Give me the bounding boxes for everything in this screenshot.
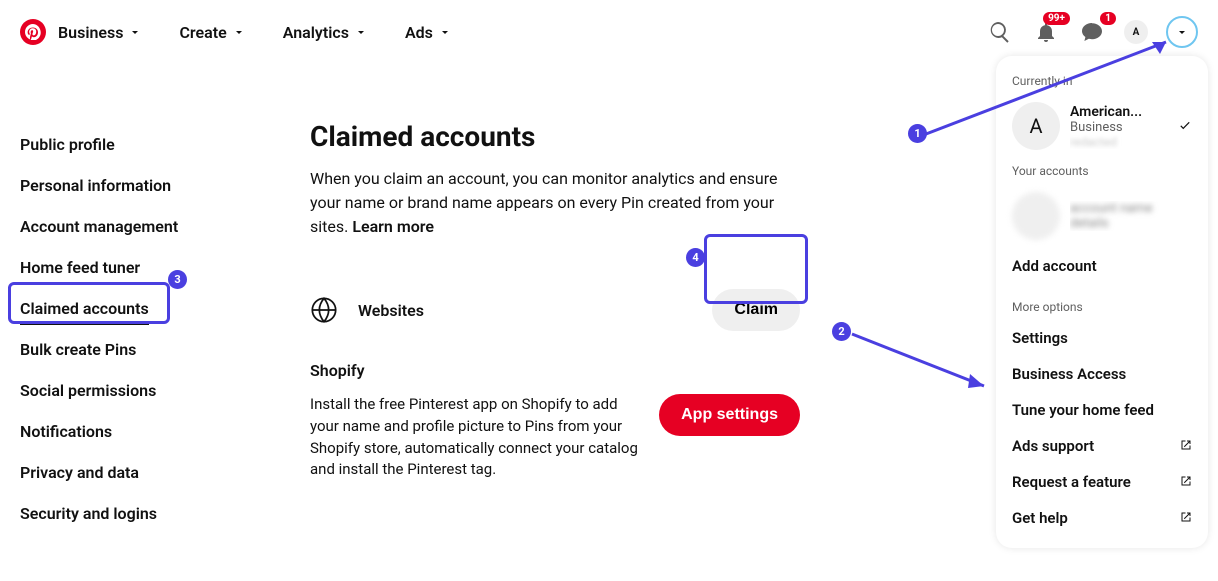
nav-ads[interactable]: Ads xyxy=(405,23,451,42)
sidebar-item-public-profile[interactable]: Public profile xyxy=(20,124,280,165)
sidebar-item-home-feed[interactable]: Home feed tuner xyxy=(20,247,280,288)
panel-your-accounts: Your accounts xyxy=(996,158,1208,184)
pinterest-logo[interactable] xyxy=(20,19,46,45)
chevron-down-icon xyxy=(439,23,451,42)
chevron-down-icon xyxy=(129,23,141,42)
account-meta: redacted xyxy=(1070,135,1178,149)
page-description: When you claim an account, you can monit… xyxy=(310,167,790,239)
search-icon[interactable] xyxy=(986,18,1014,46)
sidebar-item-privacy[interactable]: Privacy and data xyxy=(20,452,280,493)
account-type: Business xyxy=(1070,120,1178,135)
panel-settings[interactable]: Settings xyxy=(996,320,1208,356)
panel-current-account[interactable]: A American... Business redacted xyxy=(996,94,1208,158)
nav-create[interactable]: Create xyxy=(179,23,244,42)
nav-business[interactable]: Business xyxy=(58,23,141,42)
check-icon xyxy=(1178,117,1192,136)
header: Business Create Analytics Ads 99+ 1 A xyxy=(0,0,1218,64)
chevron-down-icon xyxy=(233,23,245,42)
sidebar-item-security[interactable]: Security and logins xyxy=(20,493,280,534)
sidebar: Public profile Personal information Acco… xyxy=(20,64,280,534)
notif-badge: 99+ xyxy=(1043,12,1070,25)
msg-badge: 1 xyxy=(1100,12,1116,25)
external-link-icon xyxy=(1180,473,1192,491)
panel-business-access[interactable]: Business Access xyxy=(996,356,1208,392)
nav-analytics[interactable]: Analytics xyxy=(283,23,367,42)
avatar-small[interactable]: A xyxy=(1124,20,1148,44)
account-panel: Currently in A American... Business reda… xyxy=(996,56,1208,548)
avatar xyxy=(1012,192,1060,240)
panel-more-options: More options xyxy=(996,294,1208,320)
chevron-down-icon xyxy=(355,23,367,42)
claim-button[interactable]: Claim xyxy=(712,289,800,331)
websites-label: Websites xyxy=(358,301,712,320)
panel-ads-support[interactable]: Ads support xyxy=(996,428,1208,464)
avatar: A xyxy=(1012,102,1060,150)
learn-more-link[interactable]: Learn more xyxy=(352,217,434,236)
shopify-title: Shopify xyxy=(310,361,930,380)
panel-currently-in: Currently in xyxy=(996,68,1208,94)
external-link-icon xyxy=(1180,509,1192,527)
sidebar-item-notifications[interactable]: Notifications xyxy=(20,411,280,452)
panel-get-help[interactable]: Get help xyxy=(996,500,1208,536)
sidebar-item-bulk-pins[interactable]: Bulk create Pins xyxy=(20,329,280,370)
sidebar-item-account-mgmt[interactable]: Account management xyxy=(20,206,280,247)
panel-request-feature[interactable]: Request a feature xyxy=(996,464,1208,500)
blurred-account: account name xyxy=(1070,201,1192,216)
websites-row: Websites Claim xyxy=(310,289,800,331)
external-link-icon xyxy=(1180,437,1192,455)
chevron-down-icon xyxy=(1176,23,1188,42)
account-name: American... xyxy=(1070,104,1178,120)
sidebar-item-claimed-accounts[interactable]: Claimed accounts xyxy=(20,288,280,329)
content: Claimed accounts When you claim an accou… xyxy=(310,64,930,534)
page-title: Claimed accounts xyxy=(310,120,930,153)
account-dropdown-toggle[interactable] xyxy=(1166,16,1198,48)
panel-add-account[interactable]: Add account xyxy=(996,248,1208,284)
chat-icon[interactable]: 1 xyxy=(1078,18,1106,46)
panel-tune-feed[interactable]: Tune your home feed xyxy=(996,392,1208,428)
sidebar-item-social[interactable]: Social permissions xyxy=(20,370,280,411)
app-settings-button[interactable]: App settings xyxy=(659,394,800,436)
panel-other-account[interactable]: account namedetails xyxy=(996,184,1208,248)
globe-icon xyxy=(310,296,338,324)
sidebar-item-personal-info[interactable]: Personal information xyxy=(20,165,280,206)
shopify-desc: Install the free Pinterest app on Shopif… xyxy=(310,394,650,481)
bell-icon[interactable]: 99+ xyxy=(1032,18,1060,46)
